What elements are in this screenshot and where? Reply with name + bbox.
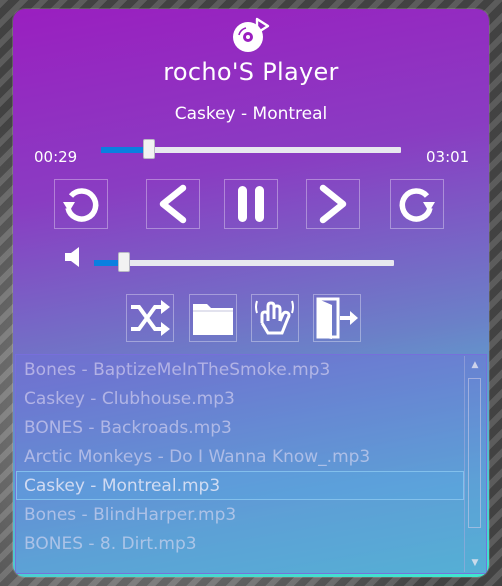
folder-icon [193, 304, 233, 335]
shuffle-icon [131, 300, 170, 336]
playlist-scrollbar[interactable]: ▲ ▼ [464, 356, 485, 572]
total-time: 03:01 [426, 148, 470, 166]
playlist-items: Bones - BaptizeMeInTheSmoke.mp3 Caskey -… [16, 355, 486, 558]
player-window: rocho'S Player Caskey - Montreal 00:29 0… [13, 9, 489, 577]
rewind-circle-icon [63, 188, 99, 222]
shake-button[interactable] [251, 294, 299, 342]
forward-button[interactable] [390, 179, 444, 229]
scroll-thumb[interactable] [468, 378, 481, 528]
playlist-item[interactable]: BONES - Backroads.mp3 [16, 413, 464, 442]
playlist-item[interactable]: BONES - 8. Dirt.mp3 [16, 529, 464, 558]
seek-thumb[interactable] [143, 139, 155, 159]
volume-thumb[interactable] [118, 252, 130, 272]
pause-icon [238, 186, 264, 222]
exit-door-icon [316, 297, 358, 339]
shuffle-button[interactable] [126, 294, 174, 342]
elapsed-time: 00:29 [34, 148, 78, 166]
speaker-icon [65, 247, 79, 267]
open-folder-button[interactable] [189, 294, 237, 342]
chevron-right-icon [319, 184, 347, 224]
music-disc-play-icon [233, 17, 270, 52]
volume-slider[interactable] [94, 260, 394, 266]
forward-circle-icon [399, 188, 435, 222]
pause-button[interactable] [224, 179, 278, 229]
replay-button[interactable] [54, 179, 108, 229]
chevron-left-icon [159, 184, 187, 224]
seek-bar-fill [101, 147, 149, 153]
playlist-item[interactable]: Bones - BlindHarper.mp3 [16, 500, 464, 529]
scroll-down-icon[interactable]: ▼ [465, 554, 485, 572]
hand-shake-icon [255, 300, 294, 335]
app-title: rocho'S Player [163, 58, 339, 86]
playlist-item[interactable]: Bones - BaptizeMeInTheSmoke.mp3 [16, 355, 464, 384]
playlist-item[interactable]: Caskey - Clubhouse.mp3 [16, 384, 464, 413]
now-playing-title: Caskey - Montreal [174, 104, 328, 124]
playlist-item[interactable]: Caskey - Montreal.mp3 [16, 471, 464, 500]
previous-button[interactable] [146, 179, 200, 229]
exit-button[interactable] [313, 294, 361, 342]
playlist[interactable]: Bones - BaptizeMeInTheSmoke.mp3 Caskey -… [15, 354, 487, 574]
next-button[interactable] [306, 179, 360, 229]
scroll-up-icon[interactable]: ▲ [465, 356, 485, 374]
playlist-item[interactable]: Arctic Monkeys - Do I Wanna Know_.mp3 [16, 442, 464, 471]
